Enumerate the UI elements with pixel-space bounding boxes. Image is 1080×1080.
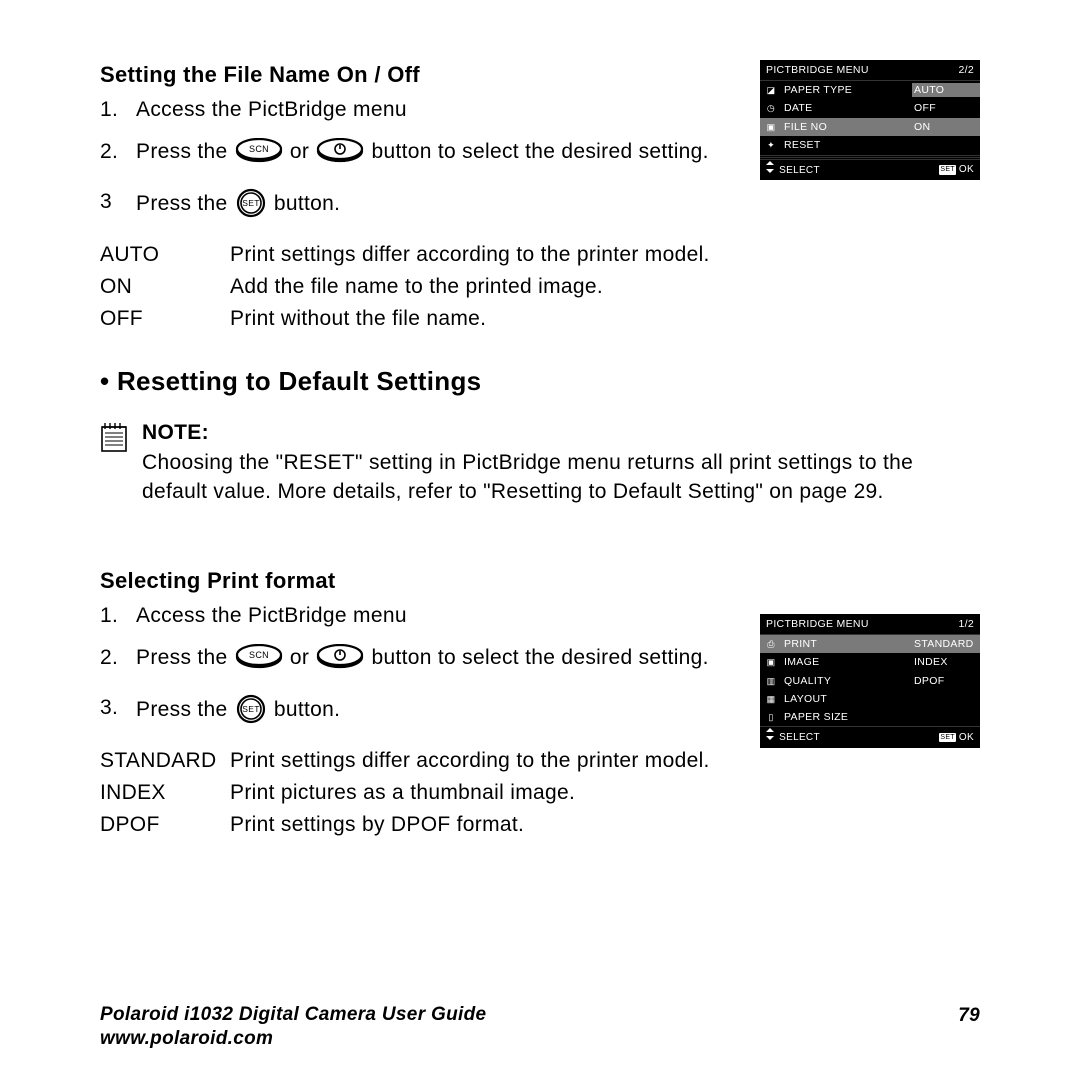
page-footer: Polaroid i1032 Digital Camera User Guide… [100,1003,980,1052]
definition-row: ONAdd the file name to the printed image… [100,273,980,301]
definition-row: STANDARDPrint settings differ according … [100,747,980,775]
lcd-page: 1/2 [958,617,974,631]
set-button-icon: SET [234,188,268,226]
lcd-row: ⎙PRINTSTANDARD [760,635,980,653]
note-text: Choosing the "RESET" setting in PictBrid… [142,449,980,506]
page-number: 79 [958,1003,980,1052]
step-item: 1.Access the PictBridge menu [100,96,720,124]
lcd-row: ◷DATEOFF [760,99,980,117]
lcd-row: ▥QUALITYDPOF [760,672,980,690]
definitions-list: AUTOPrint settings differ according to t… [100,241,980,334]
step-item: 3.Press the SET button. [100,694,720,732]
note-block: NOTE: Choosing the "RESET" setting in Pi… [100,419,980,506]
scn-button-icon: SCN [234,644,284,680]
note-label: NOTE: [142,419,980,447]
updown-icon [766,163,776,173]
timer-button-icon [315,138,365,174]
lcd-title: PICTBRIDGE MENU [766,63,869,77]
svg-text:SCN: SCN [249,650,269,660]
section-title: • Resetting to Default Settings [100,364,980,399]
definition-row: OFFPrint without the file name. [100,305,980,333]
definitions-list: STANDARDPrint settings differ according … [100,747,980,840]
lcd-row: ◪PAPER TYPEAUTO [760,81,980,99]
timer-button-icon [315,644,365,680]
step-item: 3Press the SET button. [100,188,720,226]
lcd-screenshot-2: PICTBRIDGE MENU 1/2 ⎙PRINTSTANDARD ▣IMAGE… [760,614,980,748]
step-item: 2.Press the SCN or button to select the … [100,644,720,680]
section-title: Selecting Print format [100,566,980,596]
lcd-row: ✦RESET [760,136,980,154]
lcd-screenshot-1: PICTBRIDGE MENU 2/2 ◪PAPER TYPEAUTO ◷DATE… [760,60,980,180]
lcd-row: ▣FILE NOON [760,118,980,136]
set-button-icon: SET [234,694,268,732]
lcd-page: 2/2 [958,63,974,77]
updown-icon [766,730,776,740]
lcd-row: ▣IMAGEINDEX [760,653,980,671]
definition-row: AUTOPrint settings differ according to t… [100,241,980,269]
definition-row: INDEXPrint pictures as a thumbnail image… [100,779,980,807]
svg-text:SCN: SCN [249,144,269,154]
lcd-title: PICTBRIDGE MENU [766,617,869,631]
step-item: 2.Press the SCN or button to select the … [100,138,720,174]
lcd-row: ▦LAYOUT [760,690,980,708]
svg-text:SET: SET [242,704,259,714]
manual-page: PICTBRIDGE MENU 2/2 ◪PAPER TYPEAUTO ◷DATE… [0,0,1080,1080]
step-item: 1.Access the PictBridge menu [100,602,720,630]
svg-text:SET: SET [242,198,259,208]
definition-row: DPOFPrint settings by DPOF format. [100,811,980,839]
footer-guide: Polaroid i1032 Digital Camera User Guide [100,1003,486,1028]
footer-url: www.polaroid.com [100,1027,486,1052]
lcd-row: ▯PAPER SIZE [760,708,980,726]
scn-button-icon: SCN [234,138,284,174]
notepad-icon [100,421,128,453]
